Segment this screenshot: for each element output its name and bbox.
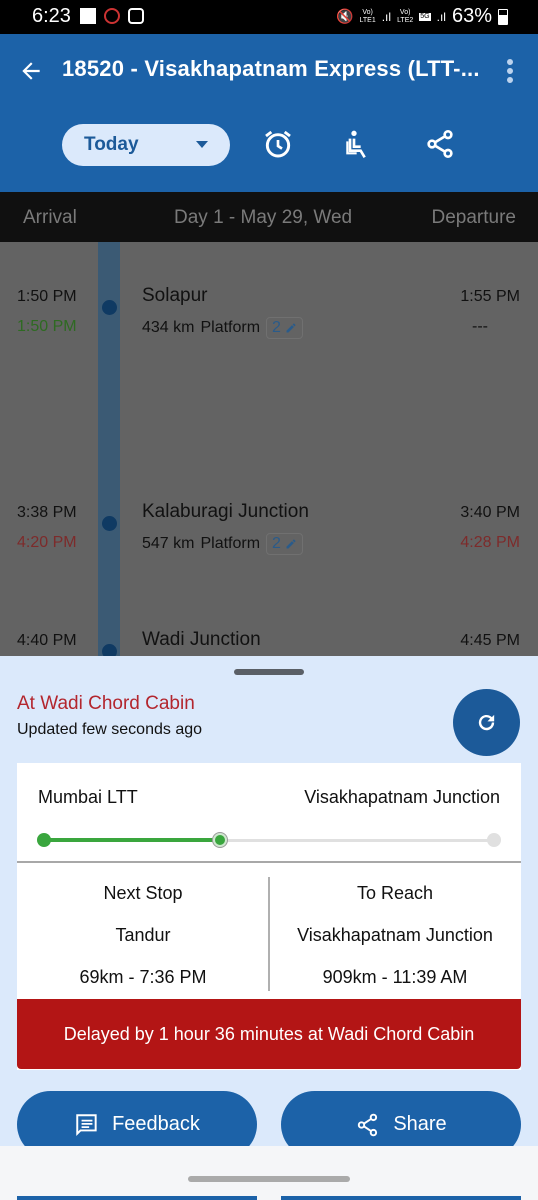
stop-dot-icon <box>102 300 117 315</box>
pencil-icon <box>286 323 296 333</box>
gesture-area <box>0 1146 538 1200</box>
distance: 434 km <box>142 319 195 336</box>
to-reach-column: To Reach Visakhapatnam Junction 909km - … <box>269 883 521 1009</box>
refresh-button[interactable] <box>453 689 520 756</box>
scheduled-arrival: 1:50 PM <box>17 288 77 305</box>
actual-arrival: 4:20 PM <box>17 534 77 551</box>
date-selector[interactable]: Today <box>62 124 230 166</box>
journey-progress <box>37 833 501 847</box>
alarm-icon[interactable] <box>262 128 294 160</box>
sim1-icon: Vo) LTE1 <box>359 8 376 24</box>
feedback-label: Feedback <box>112 1113 200 1135</box>
current-position-dot <box>212 833 227 847</box>
to-reach-name: Visakhapatnam Junction <box>297 925 493 945</box>
last-updated: Updated few seconds ago <box>17 721 203 738</box>
distance: 547 km <box>142 535 195 552</box>
scheduled-departure: 1:55 PM <box>460 288 520 305</box>
platform-number: 2 <box>272 319 281 336</box>
station-name: Kalaburagi Junction <box>142 501 309 522</box>
share-icon[interactable] <box>424 128 456 160</box>
origin-station: Mumbai LTT <box>38 787 138 807</box>
departure-column-label: Departure <box>431 207 517 228</box>
next-stop-label: Next Stop <box>103 883 183 903</box>
notes-notification-icon <box>80 8 96 24</box>
battery-percent: 63% <box>451 5 492 27</box>
delay-banner: Delayed by 1 hour 36 minutes at Wadi Cho… <box>17 999 521 1069</box>
train-title: 18520 - Visakhapatnam Express (LTT-... <box>62 56 480 81</box>
to-reach-label: To Reach <box>356 883 434 903</box>
home-indicator[interactable] <box>188 1176 350 1182</box>
stops-timeline: 1:50 PM 1:50 PM Solapur 434 km Platform … <box>0 242 538 656</box>
current-location: At Wadi Chord Cabin <box>17 693 195 714</box>
actual-departure: --- <box>472 318 488 335</box>
date-selector-label: Today <box>84 134 139 155</box>
station-name: Solapur <box>142 285 208 306</box>
app-notification-icon <box>104 8 120 24</box>
status-time: 6:23 <box>32 5 71 27</box>
mute-icon: 🔇 <box>336 8 354 24</box>
share-icon <box>358 1113 378 1136</box>
scheduled-arrival: 4:40 PM <box>17 632 77 649</box>
share-label: Share <box>393 1113 447 1135</box>
next-stop-name: Tandur <box>115 925 171 945</box>
status-bar: 6:23 🔇 Vo) LTE1 .ıl Vo) LTE2 5G .ıl 63% <box>0 0 538 34</box>
sim2-icon: Vo) LTE2 <box>397 8 414 24</box>
day-label: Day 1 - May 29, Wed <box>174 207 353 228</box>
platform-label: Platform <box>200 535 261 552</box>
next-stop-column: Next Stop Tandur 69km - 7:36 PM <box>17 883 269 1009</box>
signal2-icon: .ıl <box>436 9 446 24</box>
pencil-icon <box>286 539 296 549</box>
refresh-icon <box>478 714 495 731</box>
actual-departure: 4:28 PM <box>460 534 520 551</box>
signal1-icon: .ıl <box>381 9 392 24</box>
divider <box>17 861 521 863</box>
caret-down-icon <box>196 141 208 148</box>
back-arrow-icon[interactable] <box>18 58 44 84</box>
scheduled-arrival: 3:38 PM <box>17 504 77 521</box>
actual-arrival: 1:50 PM <box>17 318 77 335</box>
journey-card: Mumbai LTT Visakhapatnam Junction Next S… <box>17 763 521 1070</box>
platform-edit-button[interactable]: 2 <box>266 533 303 555</box>
network-type-icon: 5G <box>419 12 431 21</box>
platform-edit-button[interactable]: 2 <box>266 317 303 339</box>
seat-icon[interactable] <box>342 128 374 160</box>
arrival-column-label: Arrival <box>23 207 77 228</box>
instagram-icon <box>128 8 144 24</box>
battery-icon <box>498 8 508 25</box>
scheduled-departure: 4:45 PM <box>460 632 520 649</box>
more-vert-icon[interactable] <box>506 58 514 84</box>
stop-dot-icon <box>102 644 117 656</box>
scheduled-departure: 3:40 PM <box>460 504 520 521</box>
destination-station: Visakhapatnam Junction <box>304 787 500 807</box>
stop-dot-icon <box>102 516 117 531</box>
progress-fill <box>44 838 220 842</box>
destination-dot <box>487 833 501 847</box>
day-header: Arrival Day 1 - May 29, Wed Departure <box>0 192 538 242</box>
platform-label: Platform <box>200 319 261 336</box>
platform-number: 2 <box>272 535 281 552</box>
feedback-icon <box>76 1113 97 1136</box>
live-status-sheet: At Wadi Chord Cabin Updated few seconds … <box>0 656 538 1158</box>
origin-dot <box>37 833 51 847</box>
sheet-drag-handle[interactable] <box>234 669 304 675</box>
app-bar: 18520 - Visakhapatnam Express (LTT-... T… <box>0 34 538 192</box>
station-name: Wadi Junction <box>142 629 261 650</box>
